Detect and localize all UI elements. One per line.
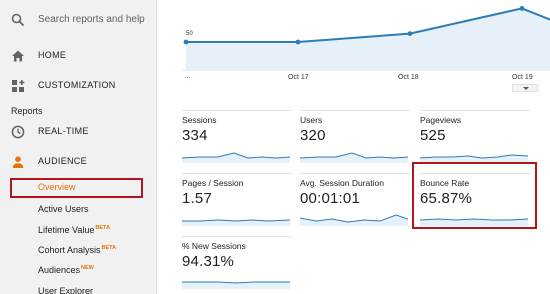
metric-value: 320 bbox=[300, 127, 326, 144]
lifetime-value-label: Lifetime Value bbox=[38, 225, 95, 235]
cohort-analysis-label: Cohort Analysis bbox=[38, 245, 101, 255]
search-placeholder[interactable]: Search reports and help bbox=[38, 14, 145, 25]
beta-badge: BETA bbox=[95, 225, 110, 231]
main-content: 50 … Oct 17 Oct 18 Oct 19 Sessions 334 U… bbox=[158, 0, 550, 294]
sparkline bbox=[182, 152, 290, 163]
beta-badge: BETA bbox=[101, 245, 117, 251]
metric-label: Pageviews bbox=[420, 115, 462, 125]
metric-sessions[interactable]: Sessions 334 bbox=[182, 110, 292, 166]
nav-realtime-label: REAL-TIME bbox=[38, 126, 89, 136]
x-tick-label: Oct 18 bbox=[398, 74, 419, 81]
chart-area bbox=[186, 8, 550, 70]
x-tick-label: Oct 19 bbox=[512, 74, 533, 81]
x-tick-label: … bbox=[184, 73, 191, 80]
sidebar-item-lifetime-value[interactable]: Lifetime ValueBETA bbox=[38, 225, 110, 235]
sidebar-item-user-explorer[interactable]: User Explorer bbox=[38, 286, 93, 294]
clock-icon bbox=[11, 125, 25, 139]
y-tick-label: 50 bbox=[186, 31, 193, 37]
metric-value: 334 bbox=[182, 127, 208, 144]
metric-label: Sessions bbox=[182, 115, 217, 125]
metric-new-sessions[interactable]: % New Sessions 94.31% bbox=[182, 236, 292, 292]
new-badge: NEW bbox=[81, 265, 94, 271]
chart-point[interactable] bbox=[183, 39, 189, 45]
search-bar[interactable]: Search reports and help bbox=[0, 0, 156, 40]
sidebar: Search reports and help HOME CUSTOMIZATI… bbox=[0, 0, 157, 294]
customization-icon bbox=[11, 79, 25, 93]
nav-customization-label: CUSTOMIZATION bbox=[38, 80, 116, 90]
person-icon bbox=[11, 155, 25, 169]
bounce-rate-highlight-box bbox=[412, 162, 537, 229]
sidebar-item-cohort-analysis[interactable]: Cohort AnalysisBETA bbox=[38, 245, 116, 255]
sparkline bbox=[300, 152, 408, 163]
metric-value: 1.57 bbox=[182, 190, 212, 207]
chart-options-dropdown[interactable] bbox=[512, 84, 538, 92]
x-tick-label: Oct 17 bbox=[288, 74, 309, 81]
sparkline bbox=[420, 154, 528, 163]
audiences-label: Audiences bbox=[38, 265, 81, 275]
metric-label: Users bbox=[300, 115, 323, 125]
chart-point[interactable] bbox=[519, 5, 525, 11]
nav-customization[interactable]: CUSTOMIZATION bbox=[0, 72, 156, 100]
sparkline bbox=[300, 214, 408, 226]
metric-pageviews[interactable]: Pageviews 525 bbox=[420, 110, 530, 166]
sidebar-item-active-users[interactable]: Active Users bbox=[38, 204, 89, 214]
metric-users[interactable]: Users 320 bbox=[300, 110, 410, 166]
metric-label: Avg. Session Duration bbox=[300, 178, 384, 188]
metric-label: Pages / Session bbox=[182, 178, 244, 188]
nav-realtime[interactable]: REAL-TIME bbox=[0, 118, 156, 146]
nav-home[interactable]: HOME bbox=[0, 42, 156, 70]
metric-label: % New Sessions bbox=[182, 241, 246, 251]
nav-audience-label: AUDIENCE bbox=[38, 156, 87, 166]
sparkline bbox=[182, 219, 290, 226]
sidebar-item-audiences[interactable]: AudiencesNEW bbox=[38, 265, 94, 275]
metric-value: 00:01:01 bbox=[300, 190, 360, 207]
metric-pages-per-session[interactable]: Pages / Session 1.57 bbox=[182, 173, 292, 229]
sparkline bbox=[182, 281, 290, 289]
search-icon bbox=[11, 13, 25, 27]
overview-highlight-box bbox=[10, 178, 143, 198]
metric-value: 94.31% bbox=[182, 253, 235, 270]
nav-home-label: HOME bbox=[38, 50, 67, 60]
chart-point[interactable] bbox=[295, 39, 301, 45]
chart-point[interactable] bbox=[407, 31, 413, 36]
sessions-line-chart: 50 … Oct 17 Oct 18 Oct 19 bbox=[182, 0, 550, 92]
home-icon bbox=[11, 49, 25, 63]
nav-audience[interactable]: AUDIENCE bbox=[0, 148, 156, 176]
metric-avg-session-duration[interactable]: Avg. Session Duration 00:01:01 bbox=[300, 173, 410, 229]
line-chart-svg bbox=[182, 5, 550, 71]
metric-value: 525 bbox=[420, 127, 446, 144]
reports-section-title: Reports bbox=[11, 106, 43, 116]
